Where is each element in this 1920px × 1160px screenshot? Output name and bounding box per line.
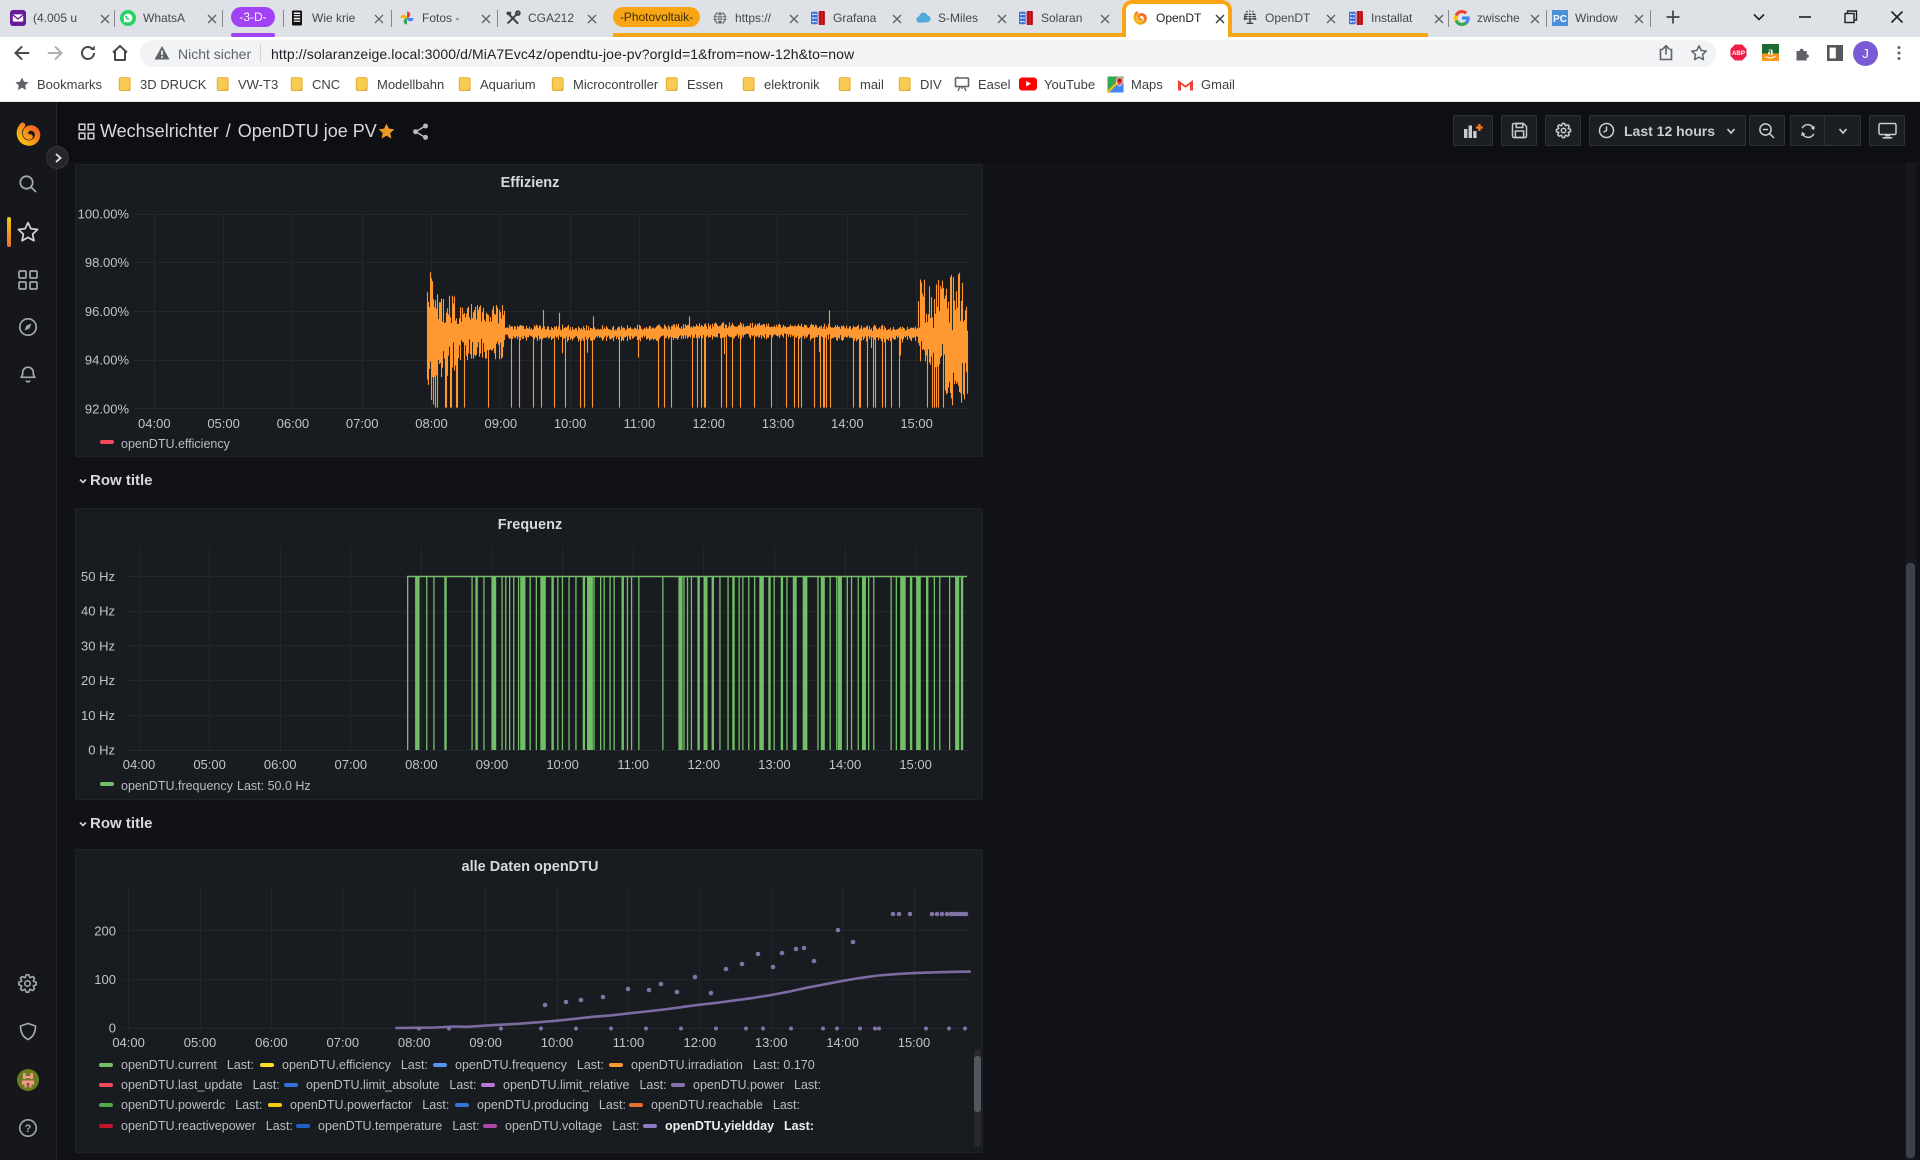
svg-text:08:00: 08:00 [405, 757, 438, 772]
svg-text:a: a [1768, 46, 1774, 58]
svg-text:11:00: 11:00 [617, 757, 649, 772]
svg-text:alle Daten openDTU: alle Daten openDTU [462, 859, 599, 875]
svg-text:15:00: 15:00 [898, 1035, 931, 1050]
svg-text:09:00: 09:00 [485, 416, 518, 431]
svg-text:10:00: 10:00 [541, 1035, 574, 1050]
svg-text:15:00: 15:00 [899, 757, 932, 772]
svg-text:12:00: 12:00 [684, 1035, 717, 1050]
svg-text:05:00: 05:00 [184, 1035, 217, 1050]
svg-text:openDTU.frequency: openDTU.frequency [121, 779, 234, 793]
svg-text:12:00: 12:00 [688, 757, 721, 772]
svg-text:08:00: 08:00 [415, 416, 448, 431]
svg-text:Last: 50.0 Hz: Last: 50.0 Hz [237, 779, 311, 793]
svg-text:98.00%: 98.00% [85, 255, 130, 270]
svg-text:14:00: 14:00 [831, 416, 864, 431]
svg-text:09:00: 09:00 [469, 1035, 502, 1050]
svg-text:07:00: 07:00 [327, 1035, 360, 1050]
svg-text:06:00: 06:00 [255, 1035, 288, 1050]
svg-text:05:00: 05:00 [193, 757, 226, 772]
svg-text:15:00: 15:00 [900, 416, 933, 431]
svg-text:13:00: 13:00 [758, 757, 791, 772]
svg-text:92.00%: 92.00% [85, 401, 130, 416]
svg-text:06:00: 06:00 [277, 416, 310, 431]
svg-text:openDTU.efficiency: openDTU.efficiency [121, 437, 231, 451]
svg-text:30 Hz: 30 Hz [81, 638, 115, 653]
svg-text:200: 200 [94, 923, 116, 938]
svg-text:13:00: 13:00 [762, 416, 795, 431]
svg-text:10:00: 10:00 [554, 416, 587, 431]
svg-text:04:00: 04:00 [123, 757, 156, 772]
svg-text:07:00: 07:00 [335, 757, 368, 772]
svg-text:ABP: ABP [1732, 50, 1745, 57]
svg-text:07:00: 07:00 [346, 416, 379, 431]
svg-text:11:00: 11:00 [613, 1035, 645, 1050]
svg-text:12:00: 12:00 [692, 416, 725, 431]
svg-text:06:00: 06:00 [264, 757, 297, 772]
svg-text:40 Hz: 40 Hz [81, 604, 115, 619]
svg-text:14:00: 14:00 [829, 757, 862, 772]
svg-text:0: 0 [109, 1021, 116, 1036]
svg-text:20 Hz: 20 Hz [81, 673, 115, 688]
svg-text:04:00: 04:00 [112, 1035, 145, 1050]
svg-text:Frequenz: Frequenz [498, 517, 562, 533]
svg-text:100: 100 [94, 972, 116, 987]
svg-text:11:00: 11:00 [624, 416, 656, 431]
svg-text:?: ? [25, 1123, 32, 1135]
svg-text:10:00: 10:00 [546, 757, 579, 772]
svg-text:13:00: 13:00 [755, 1035, 788, 1050]
svg-text:10 Hz: 10 Hz [81, 708, 115, 723]
svg-text:05:00: 05:00 [207, 416, 240, 431]
svg-text:50 Hz: 50 Hz [81, 569, 115, 584]
svg-text:04:00: 04:00 [138, 416, 171, 431]
svg-text:Effizienz: Effizienz [501, 175, 560, 191]
svg-text:14:00: 14:00 [826, 1035, 859, 1050]
svg-text:0 Hz: 0 Hz [88, 743, 115, 758]
svg-text:PC: PC [1553, 14, 1567, 25]
svg-text:09:00: 09:00 [476, 757, 509, 772]
svg-text:100.00%: 100.00% [78, 207, 130, 222]
svg-text:96.00%: 96.00% [85, 304, 130, 319]
svg-text:94.00%: 94.00% [85, 353, 130, 368]
svg-text:08:00: 08:00 [398, 1035, 431, 1050]
